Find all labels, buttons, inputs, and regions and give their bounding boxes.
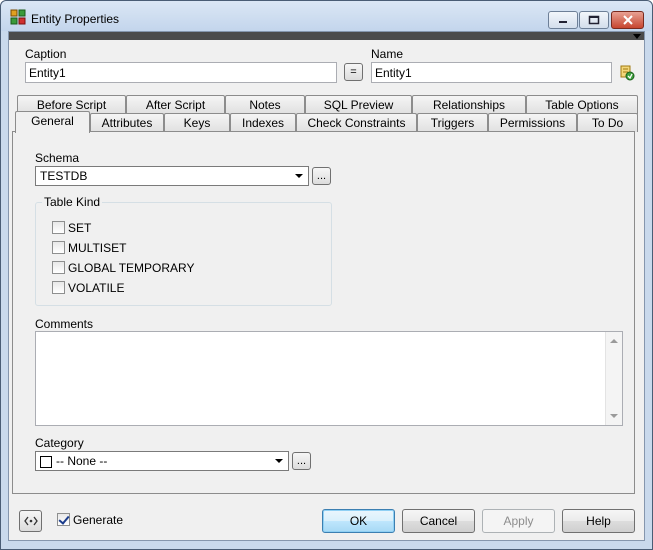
multiset-label: MULTISET [68, 241, 127, 255]
chevron-down-icon [295, 174, 303, 178]
maximize-icon [588, 15, 600, 25]
minimize-icon [559, 21, 567, 23]
tab-to-do[interactable]: To Do [577, 113, 638, 132]
schema-browse-button[interactable]: ... [312, 167, 331, 185]
generate-checkbox[interactable] [57, 513, 70, 526]
rename-options-icon[interactable] [619, 65, 635, 81]
table-kind-title: Table Kind [42, 195, 103, 209]
tab-triggers[interactable]: Triggers [417, 113, 488, 132]
strip-dropdown-icon[interactable] [633, 34, 641, 39]
name-label: Name [371, 47, 404, 61]
global-temporary-checkbox[interactable] [52, 261, 65, 274]
comments-textarea[interactable] [35, 331, 623, 426]
category-label: Category [35, 436, 84, 450]
comments-label: Comments [35, 317, 94, 331]
set-checkbox[interactable] [52, 221, 65, 234]
maximize-button[interactable] [579, 11, 609, 29]
global-temporary-label: GLOBAL TEMPORARY [68, 261, 195, 275]
close-icon [622, 15, 633, 25]
entity-properties-window: Entity Properties Caption Entity1 = Name… [0, 0, 653, 550]
dialog-client-area: Caption Entity1 = Name Entity1 Before Sc… [8, 31, 645, 541]
code-brackets-icon [23, 516, 38, 526]
multiset-checkbox[interactable] [52, 241, 65, 254]
chevron-down-icon [275, 459, 283, 463]
minimize-button[interactable] [548, 11, 578, 29]
caption-input[interactable]: Entity1 [25, 62, 337, 83]
category-select[interactable]: -- None -- [35, 451, 289, 471]
tab-permissions[interactable]: Permissions [488, 113, 577, 132]
schema-label: Schema [35, 151, 80, 165]
volatile-checkbox[interactable] [52, 281, 65, 294]
sync-caption-name-button[interactable]: = [344, 63, 363, 81]
tab-notes[interactable]: Notes [225, 95, 305, 114]
tab-general[interactable]: General [15, 111, 90, 133]
caption-label: Caption [25, 47, 67, 61]
table-kind-group: Table Kind SET MULTISET GLOBAL TEMPORARY… [35, 195, 332, 306]
scroll-up-icon[interactable] [610, 339, 618, 343]
tab-relationships[interactable]: Relationships [412, 95, 526, 114]
tab-table-options[interactable]: Table Options [526, 95, 638, 114]
schema-select[interactable]: TESTDB [35, 166, 309, 186]
window-title: Entity Properties [31, 12, 120, 26]
category-value: -- None -- [56, 454, 108, 468]
category-color-swatch [40, 456, 52, 468]
tab-attributes[interactable]: Attributes [90, 113, 164, 132]
tab-after-script[interactable]: After Script [126, 95, 225, 114]
set-label: SET [68, 221, 92, 235]
tab-sql-preview[interactable]: SQL Preview [305, 95, 412, 114]
entity-app-icon [10, 9, 26, 25]
category-browse-button[interactable]: ... [292, 452, 311, 470]
ok-button[interactable]: OK [322, 509, 395, 533]
generate-label: Generate [73, 513, 124, 527]
title-bar[interactable]: Entity Properties [1, 1, 652, 31]
options-button[interactable] [19, 510, 42, 532]
header-strip [9, 32, 644, 40]
tab-check-constraints[interactable]: Check Constraints [296, 113, 417, 132]
volatile-label: VOLATILE [68, 281, 125, 295]
comments-scrollbar[interactable] [605, 332, 622, 425]
tab-keys[interactable]: Keys [164, 113, 230, 132]
apply-button[interactable]: Apply [482, 509, 555, 533]
general-tab-panel: Schema TESTDB ... Table Kind SET MULTISE… [12, 131, 635, 494]
tab-indexes[interactable]: Indexes [230, 113, 296, 132]
close-button[interactable] [611, 11, 644, 29]
scroll-down-icon[interactable] [610, 414, 618, 418]
schema-value: TESTDB [40, 169, 88, 183]
name-input[interactable]: Entity1 [371, 62, 612, 83]
help-button[interactable]: Help [562, 509, 635, 533]
cancel-button[interactable]: Cancel [402, 509, 475, 533]
